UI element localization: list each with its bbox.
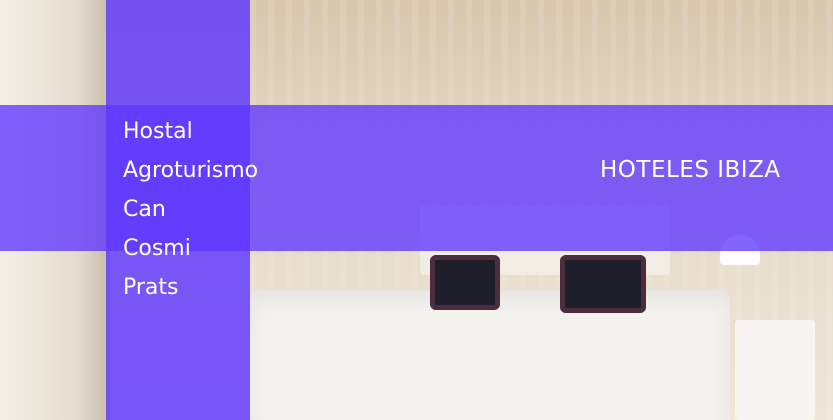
hotel-name-line: Prats [123,275,179,300]
decorative-pillow [430,255,500,310]
region-label: HOTELES IBIZA [600,157,781,183]
hotel-name-line: Hostal [123,119,193,144]
hotel-name-line: Can [123,197,166,222]
decorative-pillow [560,255,646,313]
nightstand [735,320,815,420]
hotel-name-line: Agroturismo [123,158,259,183]
hotel-name-line: Cosmi [123,236,191,261]
hotel-name: Hostal Agroturismo Can Cosmi Prats [123,112,293,307]
